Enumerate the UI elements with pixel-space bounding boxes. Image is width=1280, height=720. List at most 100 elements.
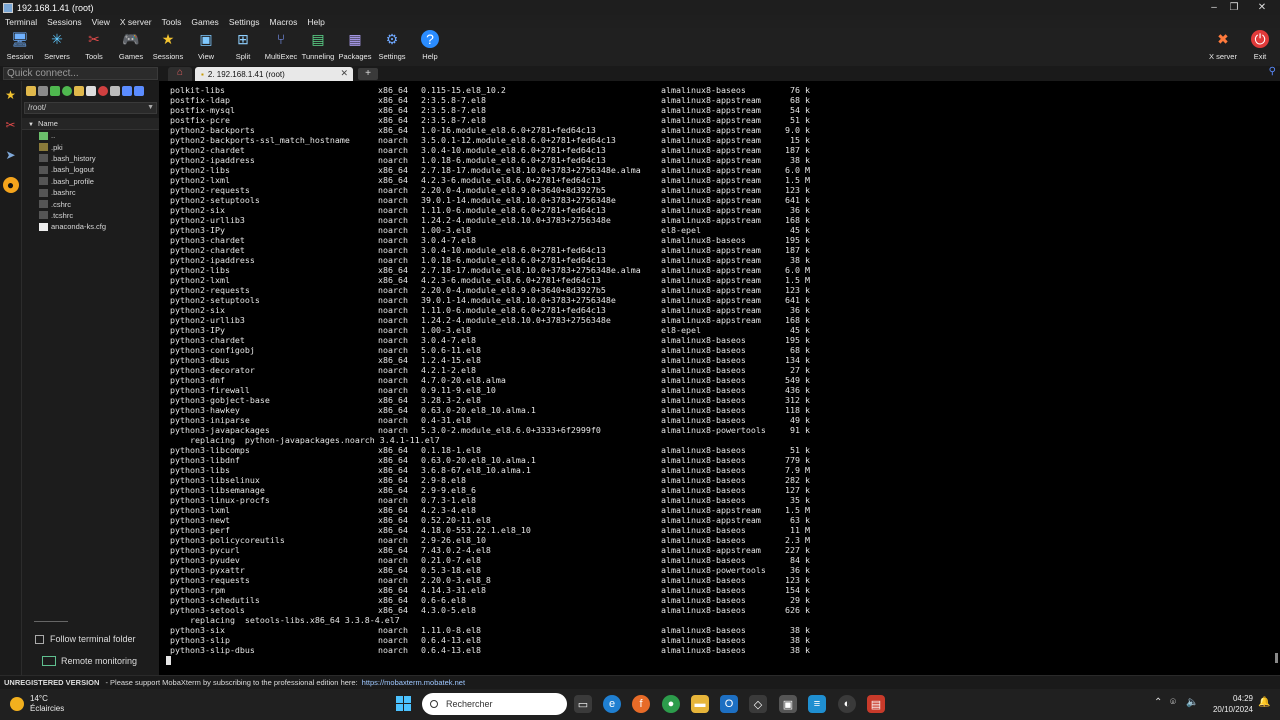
app-icon[interactable]: ◐ — [838, 695, 856, 713]
notification-bell-icon[interactable]: 🔔 — [1258, 697, 1270, 708]
home-icon: ⌂ — [176, 67, 184, 78]
quick-connect-input[interactable]: Quick connect... — [3, 67, 158, 80]
package-repo: almalinux8-baseos — [661, 395, 746, 405]
menu-macros[interactable]: Macros — [270, 17, 298, 27]
package-repo: almalinux8-appstream — [661, 515, 761, 525]
package-repo: almalinux8-baseos — [661, 235, 746, 245]
upload-icon[interactable] — [50, 86, 60, 96]
sftp-path-input[interactable]: /root/ ▼ — [24, 102, 157, 114]
menu-games[interactable]: Games — [191, 17, 218, 27]
package-size: 6.0 M — [785, 265, 810, 275]
new-tab-button[interactable]: + — [358, 68, 378, 80]
properties-icon[interactable] — [110, 86, 120, 96]
packages-button[interactable]: ▦ Packages — [335, 30, 375, 62]
package-name: python2-urllib3 — [170, 215, 245, 225]
package-size: 11 M — [790, 525, 810, 535]
menu-settings[interactable]: Settings — [229, 17, 260, 27]
menu-tools[interactable]: Tools — [162, 17, 182, 27]
system-clock[interactable]: 04:29 20/10/2024 — [1207, 693, 1253, 715]
close-tab-icon[interactable]: ✕ — [340, 68, 348, 79]
file-item[interactable]: .. — [39, 130, 159, 141]
file-item[interactable]: .bash_logout — [39, 164, 159, 175]
tunneling-button[interactable]: ▤ Tunneling — [298, 30, 338, 62]
terminal-pane[interactable]: polkit-libs x86_64 0.115-15.el8_10.2 almali… — [159, 81, 1280, 675]
new-folder-icon[interactable] — [74, 86, 84, 96]
cube-app-icon[interactable]: ◇ — [749, 695, 767, 713]
volume-icon[interactable]: 🔈 — [1186, 697, 1198, 708]
view-button[interactable]: ▣ View — [186, 30, 226, 62]
task-view-icon[interactable]: ▭ — [574, 695, 592, 713]
session-button[interactable]: 🖥 Session — [0, 30, 40, 62]
red-app-icon[interactable]: ▤ — [867, 695, 885, 713]
mobaxterm-taskbar-icon[interactable]: ▣ — [779, 695, 797, 713]
home-tab[interactable]: ⌂ — [168, 67, 192, 81]
package-name: python3-IPy — [170, 325, 225, 335]
new-file-icon[interactable] — [86, 86, 96, 96]
firefox-icon[interactable]: f — [632, 695, 650, 713]
mobaxterm-link[interactable]: https://mobaxterm.mobatek.net — [362, 678, 465, 687]
name-column-header[interactable]: ▼ Name — [22, 118, 159, 130]
chevron-down-icon[interactable]: ▼ — [147, 103, 154, 113]
gear-icon: ⚙ — [385, 30, 399, 47]
delete-icon[interactable] — [98, 86, 108, 96]
tools-side-icon[interactable]: ✂ — [3, 117, 19, 133]
menu-x-server[interactable]: X server — [120, 17, 152, 27]
close-icon[interactable]: ✕ — [1248, 0, 1276, 15]
servers-button[interactable]: ✳ Servers — [37, 30, 77, 62]
download-icon[interactable] — [38, 86, 48, 96]
notepad-icon[interactable]: ≡ — [808, 695, 826, 713]
package-size: 2.3 M — [785, 535, 810, 545]
help-button[interactable]: ? Help — [410, 30, 450, 61]
macros-side-icon[interactable]: ● — [2, 177, 19, 193]
text-mode-icon[interactable] — [122, 86, 132, 96]
package-size: 227 k — [785, 545, 810, 555]
edge-icon[interactable]: e — [603, 695, 621, 713]
tools-button[interactable]: ✂ Tools — [74, 30, 114, 62]
menu-view[interactable]: View — [92, 17, 110, 27]
terminal-scrollbar[interactable] — [1275, 653, 1278, 663]
package-name: python2-chardet — [170, 145, 245, 155]
file-item[interactable]: .bash_history — [39, 153, 159, 164]
x-server-button[interactable]: ✖ X server — [1203, 30, 1243, 62]
package-name: python3-newt — [170, 515, 230, 525]
windows-start-button[interactable] — [396, 696, 412, 712]
package-repo: almalinux8-baseos — [661, 535, 746, 545]
file-item[interactable]: .bashrc — [39, 187, 159, 198]
split-button[interactable]: ⊞ Split — [223, 30, 263, 62]
weather-widget[interactable]: 14°C Éclaircies — [10, 694, 64, 714]
favorites-star-icon[interactable]: ★ — [3, 87, 19, 103]
file-item[interactable]: .pki — [39, 141, 159, 152]
file-item[interactable]: anaconda-ks.cfg — [39, 221, 159, 232]
package-name: python3-setools — [170, 605, 245, 615]
menu-sessions[interactable]: Sessions — [47, 17, 82, 27]
menu-terminal[interactable]: Terminal — [5, 17, 37, 27]
outlook-icon[interactable]: O — [720, 695, 738, 713]
sftp-options-icon[interactable] — [134, 86, 144, 96]
follow-terminal-folder-checkbox[interactable]: Follow terminal folder — [35, 634, 136, 644]
menu-help[interactable]: Help — [307, 17, 324, 27]
settings-button[interactable]: ⚙ Settings — [372, 30, 412, 62]
attach-icon[interactable]: ⚲ — [1269, 66, 1276, 77]
sessions-button[interactable]: ★ Sessions — [148, 30, 188, 62]
refresh-icon[interactable] — [62, 86, 72, 96]
file-item[interactable]: .tcshrc — [39, 210, 159, 221]
chrome-icon[interactable]: ● — [662, 695, 680, 713]
package-arch: x86_64 — [378, 595, 408, 605]
taskbar-search-input[interactable]: Rechercher — [422, 693, 567, 715]
file-item[interactable]: .bash_profile — [39, 176, 159, 187]
package-arch: noarch — [378, 385, 408, 395]
sftp-side-icon[interactable]: ➤ — [3, 147, 19, 163]
session-tab[interactable]: ▪ 2. 192.168.1.41 (root) ✕ — [195, 67, 353, 81]
games-button[interactable]: 🎮 Games — [111, 30, 151, 62]
network-icon[interactable]: ⌾ — [1170, 697, 1176, 708]
folder-up-icon[interactable] — [26, 86, 36, 96]
exit-button[interactable]: ⏻ Exit — [1240, 30, 1280, 61]
package-repo: almalinux8-baseos — [661, 85, 746, 95]
file-explorer-icon[interactable]: ▬ — [691, 695, 709, 713]
file-item[interactable]: .cshrc — [39, 198, 159, 209]
help-icon: ? — [421, 30, 439, 48]
tray-chevron-icon[interactable]: ⌃ — [1154, 697, 1162, 708]
restore-icon[interactable]: ❐ — [1220, 0, 1248, 15]
remote-monitoring-button[interactable]: Remote monitoring — [42, 656, 137, 666]
multiexec-button[interactable]: ⑂ MultiExec — [261, 30, 301, 61]
